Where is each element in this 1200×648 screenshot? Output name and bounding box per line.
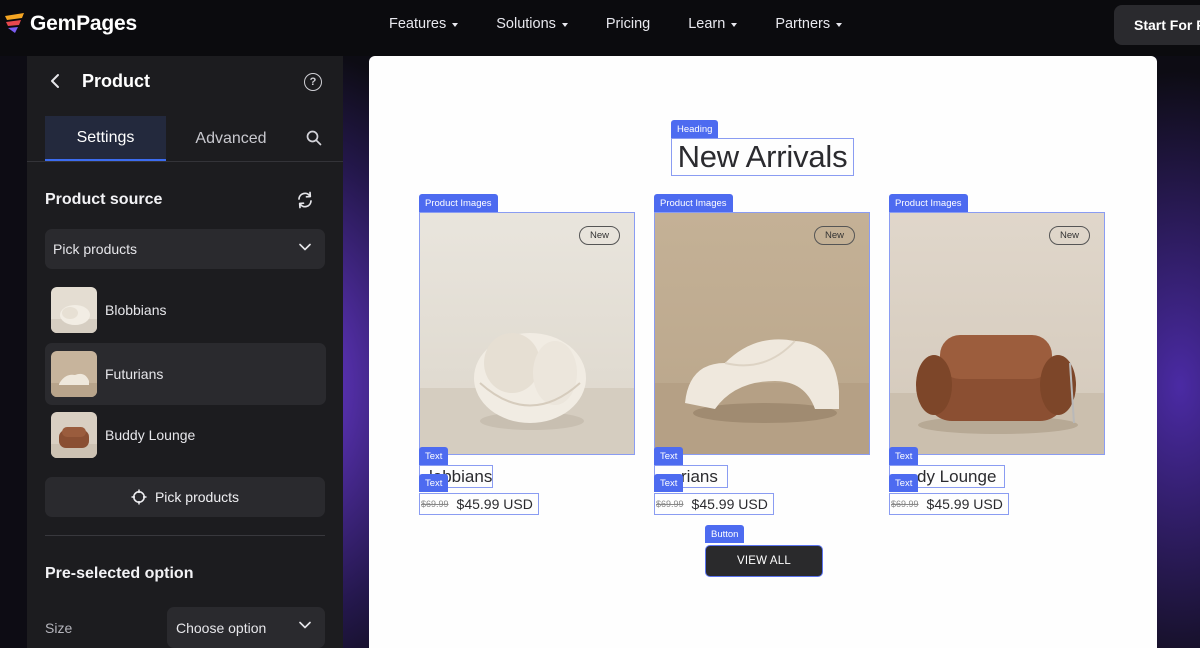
help-circle-icon[interactable]: ?: [304, 73, 322, 91]
compare-price: $69.99: [421, 499, 449, 509]
chevron-down-icon: [299, 621, 311, 629]
caret-down-icon: [731, 23, 738, 27]
cream-chair-image: [51, 287, 97, 333]
search-icon[interactable]: [306, 130, 322, 146]
caret-down-icon: [836, 23, 843, 27]
divider: [45, 535, 325, 536]
menu-label: Learn: [688, 16, 726, 32]
menu-item-partners[interactable]: Partners: [775, 16, 843, 32]
text-tag[interactable]: Text: [889, 447, 919, 465]
menu-label: Partners: [775, 16, 831, 32]
main-menu: Features Solutions Pricing Learn Partner…: [389, 0, 880, 48]
menu-label: Solutions: [496, 16, 556, 32]
product-name: Futurians: [105, 366, 164, 382]
buddy-lounge-chair-image: [890, 213, 1104, 454]
editor-canvas: Heading New Arrivals Product Images New …: [369, 56, 1157, 648]
text-tag[interactable]: Text: [654, 474, 684, 492]
cream-lounge-chair-image: [51, 351, 97, 397]
pick-products-label: Pick products: [154, 489, 240, 505]
menu-item-solutions[interactable]: Solutions: [496, 16, 568, 32]
compare-price: $69.99: [891, 499, 919, 509]
select-value: Pick products: [53, 241, 138, 257]
product-images-tag[interactable]: Product Images: [889, 194, 968, 212]
new-badge: New: [578, 226, 620, 245]
logo[interactable]: GemPages: [4, 12, 137, 36]
preselected-option-title: Pre-selected option: [45, 565, 194, 582]
text-tag[interactable]: Text: [654, 447, 684, 465]
compare-price: $69.99: [656, 499, 684, 509]
new-badge: New: [1048, 226, 1090, 245]
product-image-card[interactable]: New: [654, 212, 870, 455]
size-select[interactable]: Choose option: [167, 607, 325, 648]
product-image-card[interactable]: New: [889, 212, 1105, 455]
logo-text: GemPages: [30, 12, 137, 35]
brown-leather-chair-image: [51, 412, 97, 458]
menu-label: Features: [389, 16, 447, 32]
tab-settings[interactable]: Settings: [45, 116, 166, 161]
product-images-tag[interactable]: Product Images: [419, 194, 498, 212]
new-badge: New: [813, 226, 855, 245]
product-image-card[interactable]: New: [419, 212, 635, 455]
chevron-left-icon[interactable]: [49, 72, 63, 90]
product-thumbnail: [51, 287, 97, 333]
select-value: Choose option: [176, 619, 267, 636]
product-item-buddy-lounge[interactable]: Buddy Lounge: [45, 404, 326, 466]
heading-tag[interactable]: Heading: [671, 120, 719, 138]
caret-down-icon: [561, 23, 568, 27]
menu-label: Pricing: [605, 16, 651, 32]
text-tag[interactable]: Text: [419, 474, 449, 492]
blobbians-chair-image: [420, 213, 634, 454]
start-for-free-button[interactable]: Start For F: [1114, 5, 1200, 45]
price-text[interactable]: $69.99 $45.99 USD: [654, 493, 774, 515]
panel-header: Product ?: [27, 56, 343, 108]
sale-price: $45.99 USD: [456, 496, 533, 512]
product-title-text[interactable]: rians: [681, 467, 718, 487]
price-text[interactable]: $69.99 $45.99 USD: [419, 493, 539, 515]
size-label: Size: [45, 620, 73, 636]
caret-down-icon: [452, 23, 459, 27]
menu-item-pricing[interactable]: Pricing: [606, 16, 650, 32]
sale-price: $45.99 USD: [926, 496, 1003, 512]
text-tag[interactable]: Text: [889, 474, 919, 492]
crosshair-icon: [131, 489, 147, 505]
menu-item-features[interactable]: Features: [389, 16, 459, 32]
product-item-blobbians[interactable]: Blobbians: [45, 279, 326, 341]
view-all-button[interactable]: VIEW ALL: [705, 545, 823, 577]
section-heading[interactable]: New Arrivals: [671, 138, 854, 176]
product-images-tag[interactable]: Product Images: [654, 194, 733, 212]
product-name: Blobbians: [105, 302, 167, 318]
product-name: Buddy Lounge: [105, 427, 196, 443]
pick-products-select[interactable]: Pick products: [45, 229, 325, 269]
product-thumbnail: [51, 412, 97, 458]
text-tag[interactable]: Text: [419, 447, 449, 465]
product-source-title: Product source: [45, 191, 163, 208]
price-text[interactable]: $69.99 $45.99 USD: [889, 493, 1009, 515]
chevron-down-icon: [299, 243, 311, 251]
top-navigation: GemPages Features Solutions Pricing Lear…: [0, 0, 1200, 56]
button-tag[interactable]: Button: [705, 525, 745, 543]
menu-item-learn[interactable]: Learn: [688, 16, 738, 32]
sale-price: $45.99 USD: [691, 496, 768, 512]
gempages-logo-icon: [5, 13, 24, 33]
product-title-text[interactable]: dy Lounge: [917, 467, 996, 487]
pick-products-button[interactable]: Pick products: [45, 477, 325, 517]
sync-icon[interactable]: [295, 190, 315, 210]
panel-tabs: Settings Advanced: [27, 116, 343, 162]
product-settings-panel: Product ? Settings Advanced Product sour…: [27, 56, 343, 648]
product-thumbnail: [51, 351, 97, 397]
product-item-futurians[interactable]: Futurians: [45, 343, 326, 405]
panel-title: Product: [82, 71, 151, 91]
futurians-chair-image: [655, 213, 869, 454]
tab-advanced[interactable]: Advanced: [177, 116, 285, 161]
